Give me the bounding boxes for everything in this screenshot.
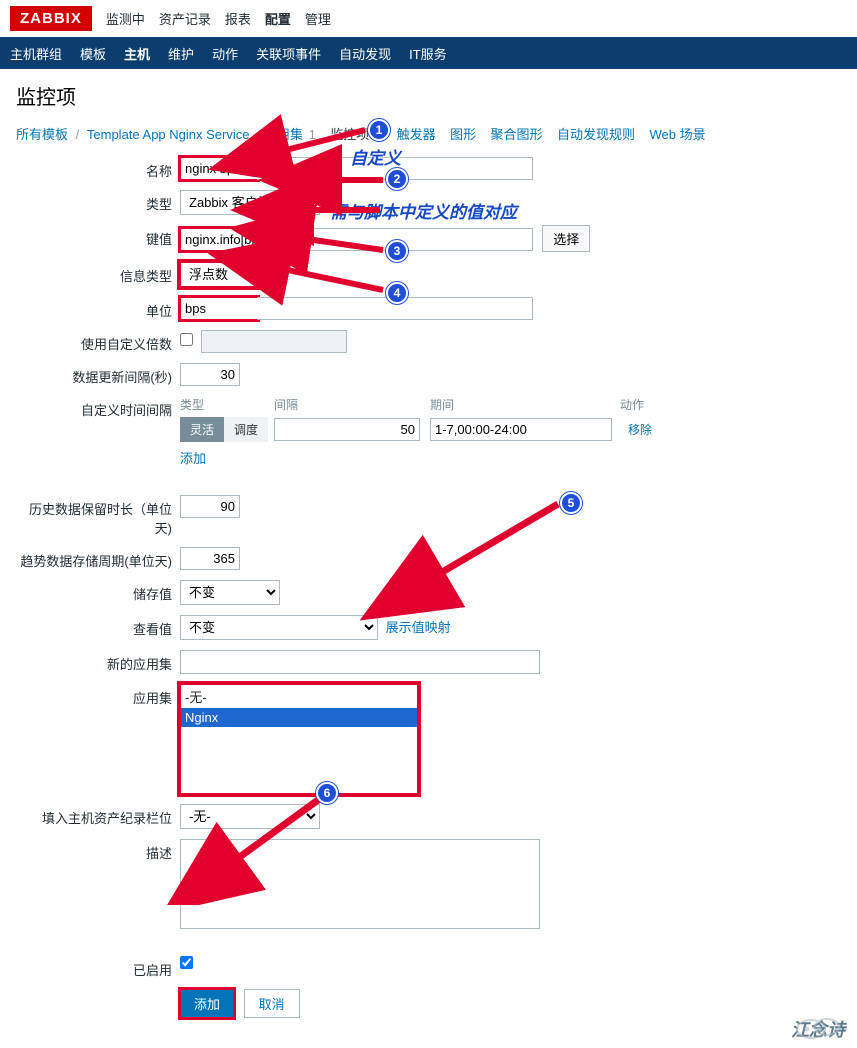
anno-circle-5: 5 [560,492,582,514]
subnav-templates[interactable]: 模板 [80,44,106,63]
breadcrumb: 所有模板 / Template App Nginx Service 应用集 1 … [0,118,857,157]
lbl-store: 储存值 [16,580,180,603]
select-infotype[interactable]: 浮点数 [180,262,280,287]
anno-text-2: 需与脚本中定义的值对应 [330,198,517,223]
interval-table: 类型 间隔 期间 动作 灵活 调度 [180,396,654,467]
btn-cancel[interactable]: 取消 [244,989,300,1018]
subnav-discovery[interactable]: 自动发现 [339,44,391,63]
item-form: 名称 类型 Zabbix 客户端 键值 选择 信息类型 浮点数 [0,157,857,1048]
topnav-inventory[interactable]: 资产记录 [159,9,211,28]
textarea-desc[interactable] [180,839,540,929]
input-interval-delay[interactable] [274,418,420,441]
link-interval-remove[interactable]: 移除 [628,423,652,437]
input-interval-period[interactable] [430,418,612,441]
btn-add[interactable]: 添加 [180,989,234,1018]
lbl-key: 键值 [16,225,180,248]
input-trends[interactable] [180,547,240,570]
btn-key-select[interactable]: 选择 [542,225,590,252]
sub-nav: 主机群组 模板 主机 维护 动作 关联项事件 自动发现 IT服务 [0,37,857,69]
ih-per: 期间 [430,396,620,413]
subnav-maintenance[interactable]: 维护 [168,44,194,63]
subnav-correlation[interactable]: 关联项事件 [256,44,321,63]
bc-tab-triggers[interactable]: 触发器 [397,127,436,142]
lbl-custom-int: 自定义时间间隔 [16,396,180,419]
lbl-infotype: 信息类型 [16,262,180,285]
input-key[interactable] [180,228,288,251]
lbl-desc: 描述 [16,839,180,862]
select-inventory[interactable]: -无- [180,804,320,829]
lbl-name: 名称 [16,157,180,180]
logo: ZABBIX [10,6,92,31]
topnav-admin[interactable]: 管理 [305,9,331,28]
link-interval-add[interactable]: 添加 [180,451,206,466]
ih-int: 间隔 [274,396,430,413]
ih-type: 类型 [180,396,274,413]
lbl-history: 历史数据保留时长（单位天) [16,495,180,537]
anno-circle-1: 1 [368,119,390,141]
input-unit[interactable] [180,297,258,320]
subnav-itservices[interactable]: IT服务 [409,44,447,63]
input-history[interactable] [180,495,240,518]
toggle-flex[interactable]: 灵活 [180,417,224,442]
anno-circle-3: 3 [386,240,408,262]
bc-template[interactable]: Template App Nginx Service [87,127,250,142]
lbl-enabled: 已启用 [16,956,180,979]
anno-circle-6: 6 [316,782,338,804]
bc-tab-discovery[interactable]: 自动发现规则 [557,127,635,142]
bc-tab-appset[interactable]: 应用集 1 [264,127,316,142]
toggle-sched[interactable]: 调度 [224,417,268,442]
anno-circle-4: 4 [386,282,408,304]
lbl-custom-mult: 使用自定义倍数 [16,330,180,353]
lbl-trends: 趋势数据存储周期(单位天) [16,547,180,570]
input-update-int[interactable] [180,363,240,386]
lbl-unit: 单位 [16,297,180,320]
input-new-appset[interactable] [180,650,540,674]
select-type[interactable]: Zabbix 客户端 [180,190,320,215]
lbl-appset: 应用集 [16,684,180,707]
page-title: 监控项 [0,69,857,118]
top-nav: ZABBIX 监测中 资产记录 报表 配置 管理 [0,0,857,37]
topnav-monitoring[interactable]: 监测中 [106,9,145,28]
lbl-showval: 查看值 [16,615,180,638]
chk-enabled[interactable] [180,956,193,969]
ih-act: 动作 [620,396,654,413]
anno-circle-2: 2 [386,168,408,190]
interval-toggle[interactable]: 灵活 调度 [180,417,274,442]
link-valuemap[interactable]: 展示值映射 [386,620,451,635]
lbl-inventory: 填入主机资产纪录栏位 [16,804,180,827]
bc-tab-screens[interactable]: 聚合图形 [491,127,543,142]
bc-tab-graphs[interactable]: 图形 [450,127,476,142]
topnav-configuration[interactable]: 配置 [265,9,291,28]
bc-sep: / [76,127,80,142]
lbl-type: 类型 [16,190,180,213]
topnav-reports[interactable]: 报表 [225,9,251,28]
chk-custom-mult[interactable] [180,333,193,346]
page-wrap: ZABBIX 监测中 资产记录 报表 配置 管理 主机群组 模板 主机 维护 动… [0,0,857,1048]
subnav-hostgroups[interactable]: 主机群组 [10,44,62,63]
cloud-logo-icon [791,1013,851,1044]
select-store[interactable]: 不变 [180,580,280,605]
bc-all-templates[interactable]: 所有模板 [16,127,68,142]
bc-tab-web[interactable]: Web 场景 [649,127,705,142]
input-custom-mult [201,330,347,353]
subnav-hosts[interactable]: 主机 [124,44,150,63]
select-appset[interactable]: -无- Nginx [180,684,418,794]
appset-opt-nginx[interactable]: Nginx [181,708,417,727]
appset-opt-none[interactable]: -无- [181,685,417,708]
input-key-rest[interactable] [287,228,533,251]
anno-text-1: 自定义 [350,144,401,169]
subnav-actions[interactable]: 动作 [212,44,238,63]
input-name[interactable] [180,157,258,180]
lbl-update-int: 数据更新间隔(秒) [16,363,180,386]
select-showval[interactable]: 不变 [180,615,378,640]
lbl-new-appset: 新的应用集 [16,650,180,673]
